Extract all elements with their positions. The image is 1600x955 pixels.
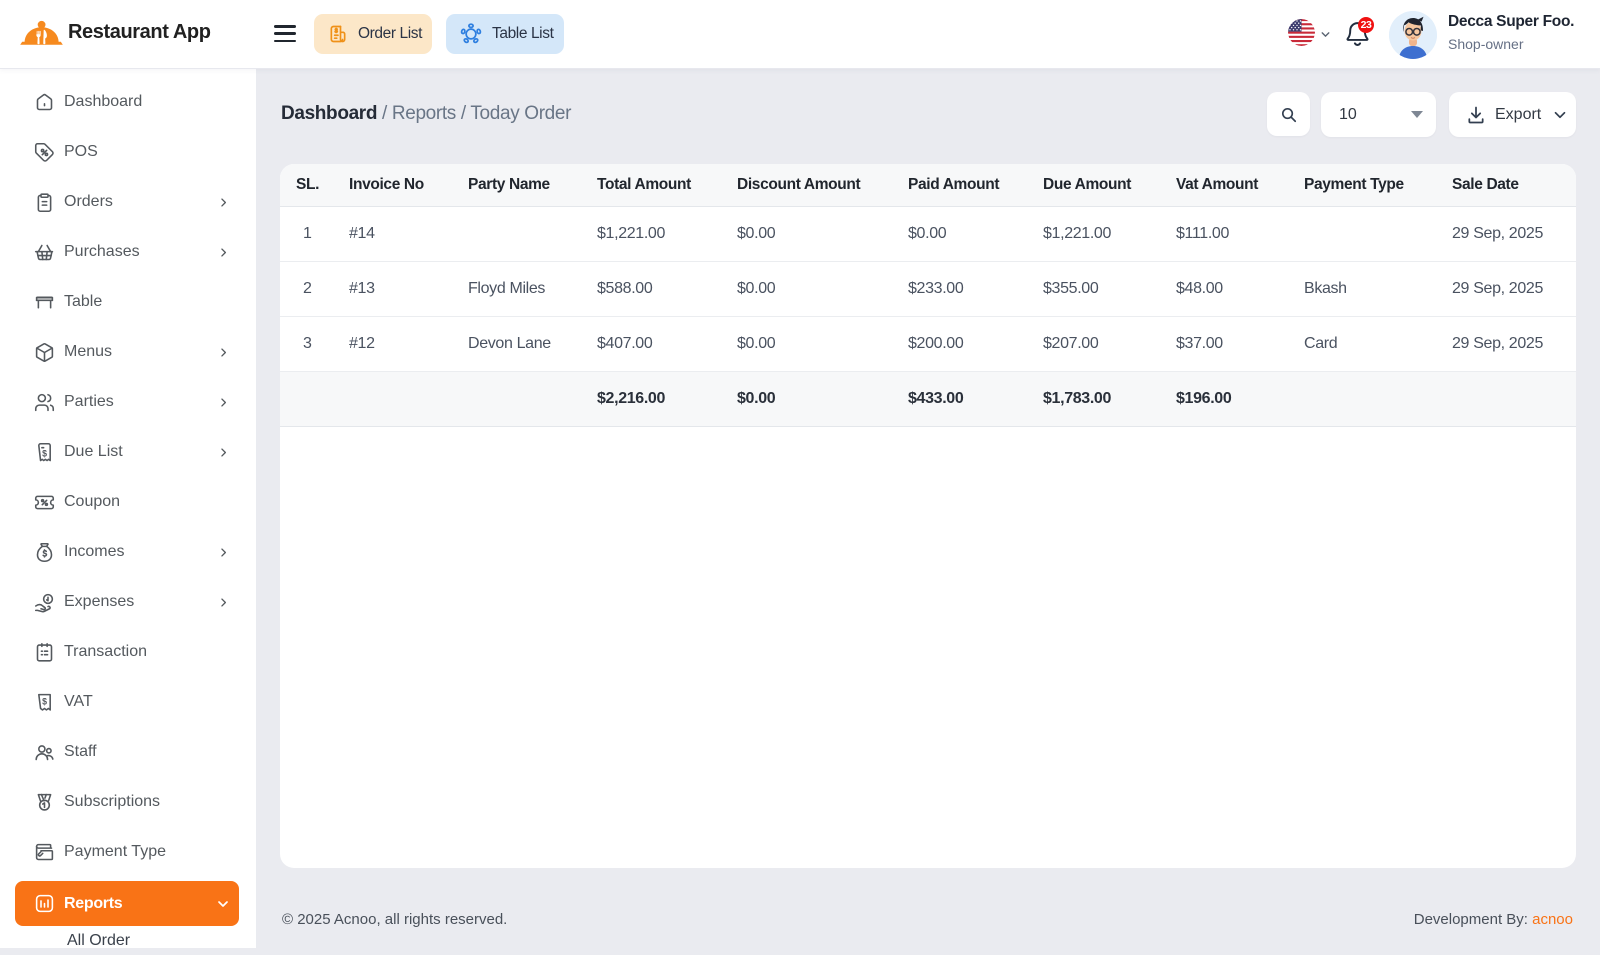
svg-text:$: $ — [42, 696, 47, 706]
svg-text:$: $ — [42, 448, 47, 458]
